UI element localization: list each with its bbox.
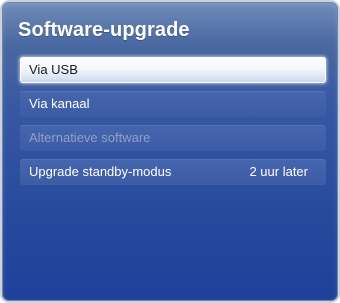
menu-item-label: Via USB bbox=[29, 62, 78, 77]
menu-item-label: Via kanaal bbox=[29, 96, 90, 111]
menu-item-label: Alternatieve software bbox=[29, 130, 151, 145]
menu-list: Via USB Via kanaal Alternatieve software… bbox=[20, 57, 326, 193]
menu-item-upgrade-standby-modus[interactable]: Upgrade standby-modus 2 uur later bbox=[20, 159, 326, 185]
menu-item-alternatieve-software: Alternatieve software bbox=[20, 125, 326, 151]
menu-item-via-usb[interactable]: Via USB bbox=[20, 57, 326, 83]
software-upgrade-panel: Software-upgrade Via USB Via kanaal Alte… bbox=[0, 0, 340, 303]
panel-title: Software-upgrade bbox=[18, 19, 190, 41]
menu-item-value: 2 uur later bbox=[249, 164, 308, 179]
menu-item-label: Upgrade standby-modus bbox=[29, 164, 172, 179]
menu-item-via-kanaal[interactable]: Via kanaal bbox=[20, 91, 326, 117]
